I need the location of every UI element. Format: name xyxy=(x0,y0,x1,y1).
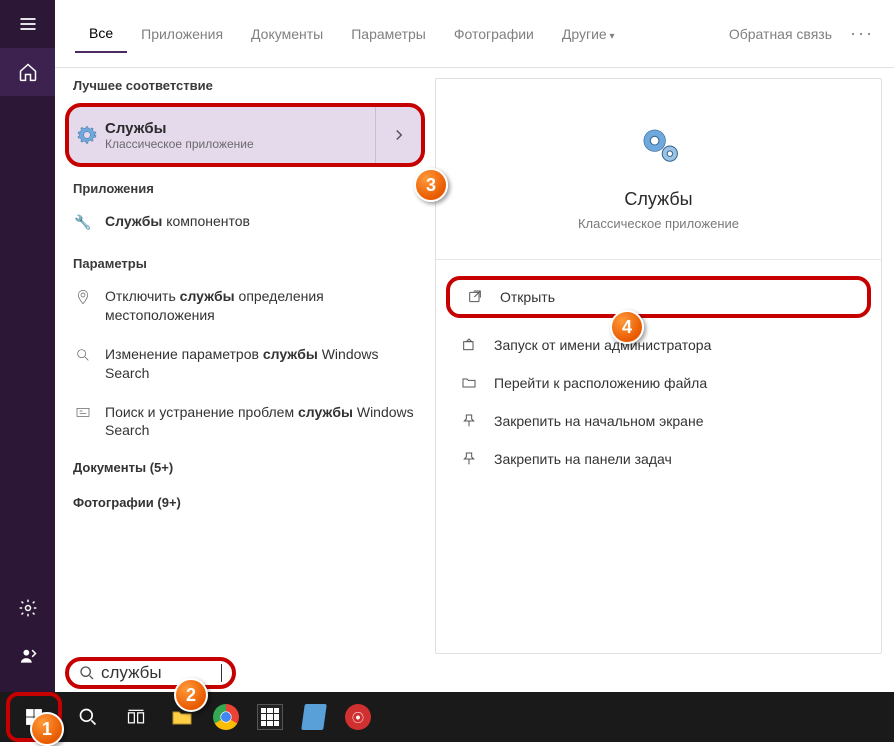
best-match-subtitle: Классическое приложение xyxy=(105,137,375,151)
setting-result-label: Изменение параметров службы Windows Sear… xyxy=(105,345,417,383)
results-panel: Лучшее соответствие Службы Классическое … xyxy=(55,68,435,654)
action-open-label: Открыть xyxy=(500,289,555,305)
tab-documents[interactable]: Документы xyxy=(237,16,337,52)
tab-settings[interactable]: Параметры xyxy=(337,16,440,52)
search-box[interactable]: службы xyxy=(65,657,236,689)
action-open[interactable]: Открыть xyxy=(450,280,867,314)
section-photographs[interactable]: Фотографии (9+) xyxy=(55,485,435,520)
settings-button[interactable] xyxy=(0,584,55,632)
section-documents[interactable]: Документы (5+) xyxy=(55,450,435,485)
annotation-step-1: 1 xyxy=(30,712,64,746)
home-button[interactable] xyxy=(0,48,55,96)
section-best-match: Лучшее соответствие xyxy=(55,68,435,99)
setting-result-item[interactable]: Отключить службы определения местоположе… xyxy=(55,277,435,335)
detail-subtitle: Классическое приложение xyxy=(578,216,739,231)
action-pinstart-label: Закрепить на начальном экране xyxy=(494,413,704,429)
tab-all[interactable]: Все xyxy=(75,15,127,53)
location-off-icon xyxy=(73,287,93,307)
search-service-icon xyxy=(73,345,93,365)
annotation-step-3: 3 xyxy=(414,168,448,202)
tab-apps[interactable]: Приложения xyxy=(127,16,237,52)
annotation-step-4: 4 xyxy=(610,310,644,344)
action-pin-to-taskbar[interactable]: Закрепить на панели задач xyxy=(440,440,877,478)
taskbar-app-chrome[interactable] xyxy=(208,699,244,735)
setting-result-label: Отключить службы определения местоположе… xyxy=(105,287,417,325)
app-result-item[interactable]: 🔧 Службы компонентов xyxy=(55,202,435,242)
pin-start-icon xyxy=(460,412,478,430)
best-match-item[interactable]: Службы Классическое приложение xyxy=(65,103,425,167)
section-apps: Приложения xyxy=(55,167,435,202)
detail-title: Службы xyxy=(624,189,692,210)
action-pintb-label: Закрепить на панели задач xyxy=(494,451,672,467)
best-match-title: Службы xyxy=(105,120,375,137)
pin-taskbar-icon xyxy=(460,450,478,468)
app-result-label: Службы компонентов xyxy=(105,212,250,231)
detail-app-icon xyxy=(633,119,685,171)
search-input[interactable]: службы xyxy=(101,663,221,683)
more-menu-button[interactable]: ··· xyxy=(850,23,874,44)
annotation-step-2: 2 xyxy=(174,678,208,712)
section-params: Параметры xyxy=(55,242,435,277)
open-icon xyxy=(466,288,484,306)
taskbar: ⦿ xyxy=(0,692,894,742)
admin-icon xyxy=(460,336,478,354)
component-services-icon: 🔧 xyxy=(73,212,93,232)
setting-result-label: Поиск и устранение проблем службы Window… xyxy=(105,403,417,441)
action-runas-label: Запуск от имени администратора xyxy=(494,337,711,353)
taskbar-search-button[interactable] xyxy=(64,696,112,738)
taskbar-app-recorder[interactable]: ⦿ xyxy=(340,699,376,735)
action-pin-to-start[interactable]: Закрепить на начальном экране xyxy=(440,402,877,440)
tab-photos[interactable]: Фотографии xyxy=(440,16,548,52)
services-icon xyxy=(69,125,105,145)
action-location-label: Перейти к расположению файла xyxy=(494,375,707,391)
setting-result-item[interactable]: Поиск и устранение проблем службы Window… xyxy=(55,393,435,451)
taskbar-app-notepad[interactable] xyxy=(296,699,332,735)
search-icon xyxy=(79,665,95,681)
folder-icon xyxy=(460,374,478,392)
action-open-file-location[interactable]: Перейти к расположению файла xyxy=(440,364,877,402)
feedback-link[interactable]: Обратная связь xyxy=(729,26,832,42)
hamburger-button[interactable] xyxy=(0,0,55,48)
taskbar-app-calculator[interactable] xyxy=(252,699,288,735)
account-button[interactable] xyxy=(0,632,55,680)
action-run-as-admin[interactable]: Запуск от имени администратора xyxy=(440,326,877,364)
setting-result-item[interactable]: Изменение параметров службы Windows Sear… xyxy=(55,335,435,393)
troubleshoot-icon xyxy=(73,403,93,423)
left-rail xyxy=(0,0,55,692)
task-view-button[interactable] xyxy=(112,696,160,738)
scope-tabs: Все Приложения Документы Параметры Фотог… xyxy=(55,0,894,68)
best-match-expand-button[interactable] xyxy=(375,107,421,163)
tab-other[interactable]: Другие xyxy=(548,16,629,52)
detail-panel: Службы Классическое приложение Открыть З… xyxy=(435,78,882,654)
